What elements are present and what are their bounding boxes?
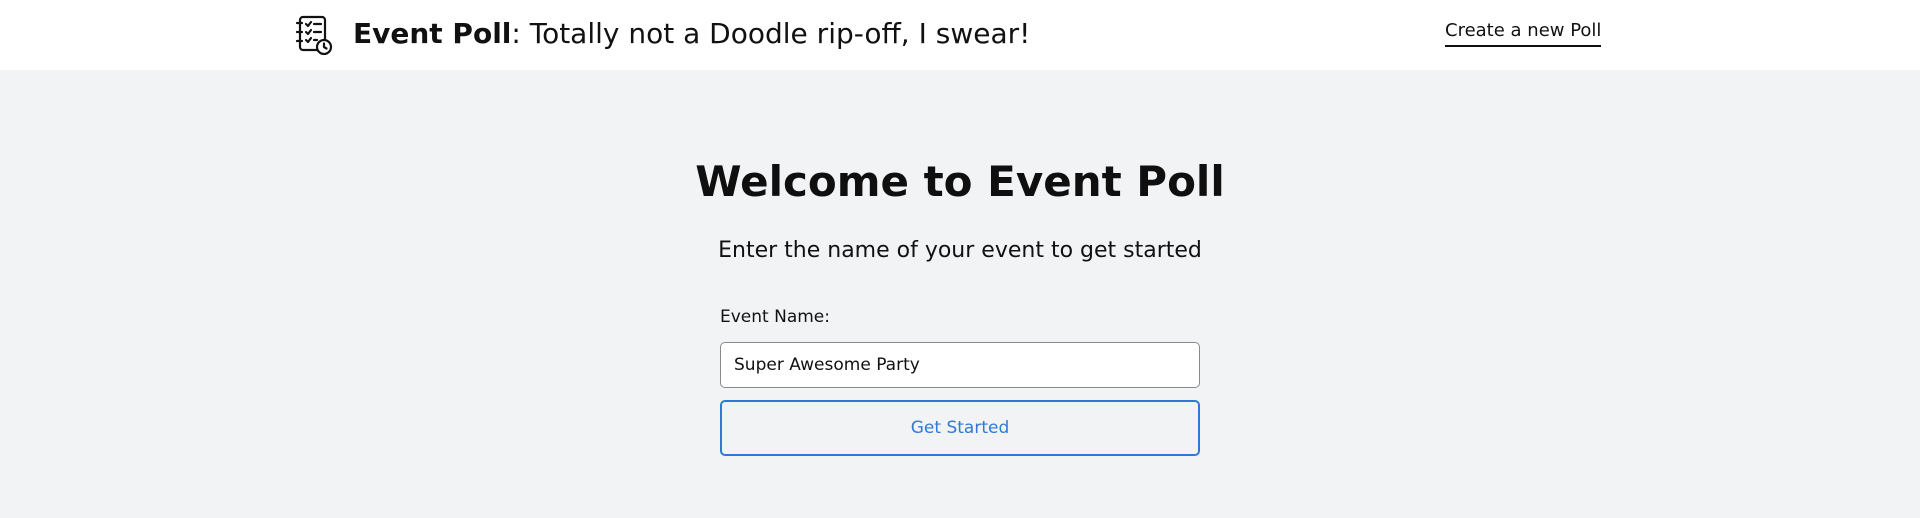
top-navbar: Event Poll: Totally not a Doodle rip-off… (0, 0, 1920, 70)
page-title: Welcome to Event Poll (695, 157, 1225, 206)
get-started-button[interactable]: Get Started (720, 400, 1200, 456)
checklist-clock-icon (295, 15, 333, 56)
event-name-input[interactable] (720, 342, 1200, 388)
main-content: Welcome to Event Poll Enter the name of … (0, 70, 1920, 518)
page-subtitle: Enter the name of your event to get star… (718, 238, 1202, 263)
create-poll-link[interactable]: Create a new Poll (1445, 18, 1602, 47)
brand-name: Event Poll (353, 17, 512, 50)
site-title: Event Poll: Totally not a Doodle rip-off… (353, 17, 1030, 51)
brand-tagline: : Totally not a Doodle rip-off, I swear! (511, 17, 1031, 50)
event-name-label: Event Name: (720, 307, 830, 327)
